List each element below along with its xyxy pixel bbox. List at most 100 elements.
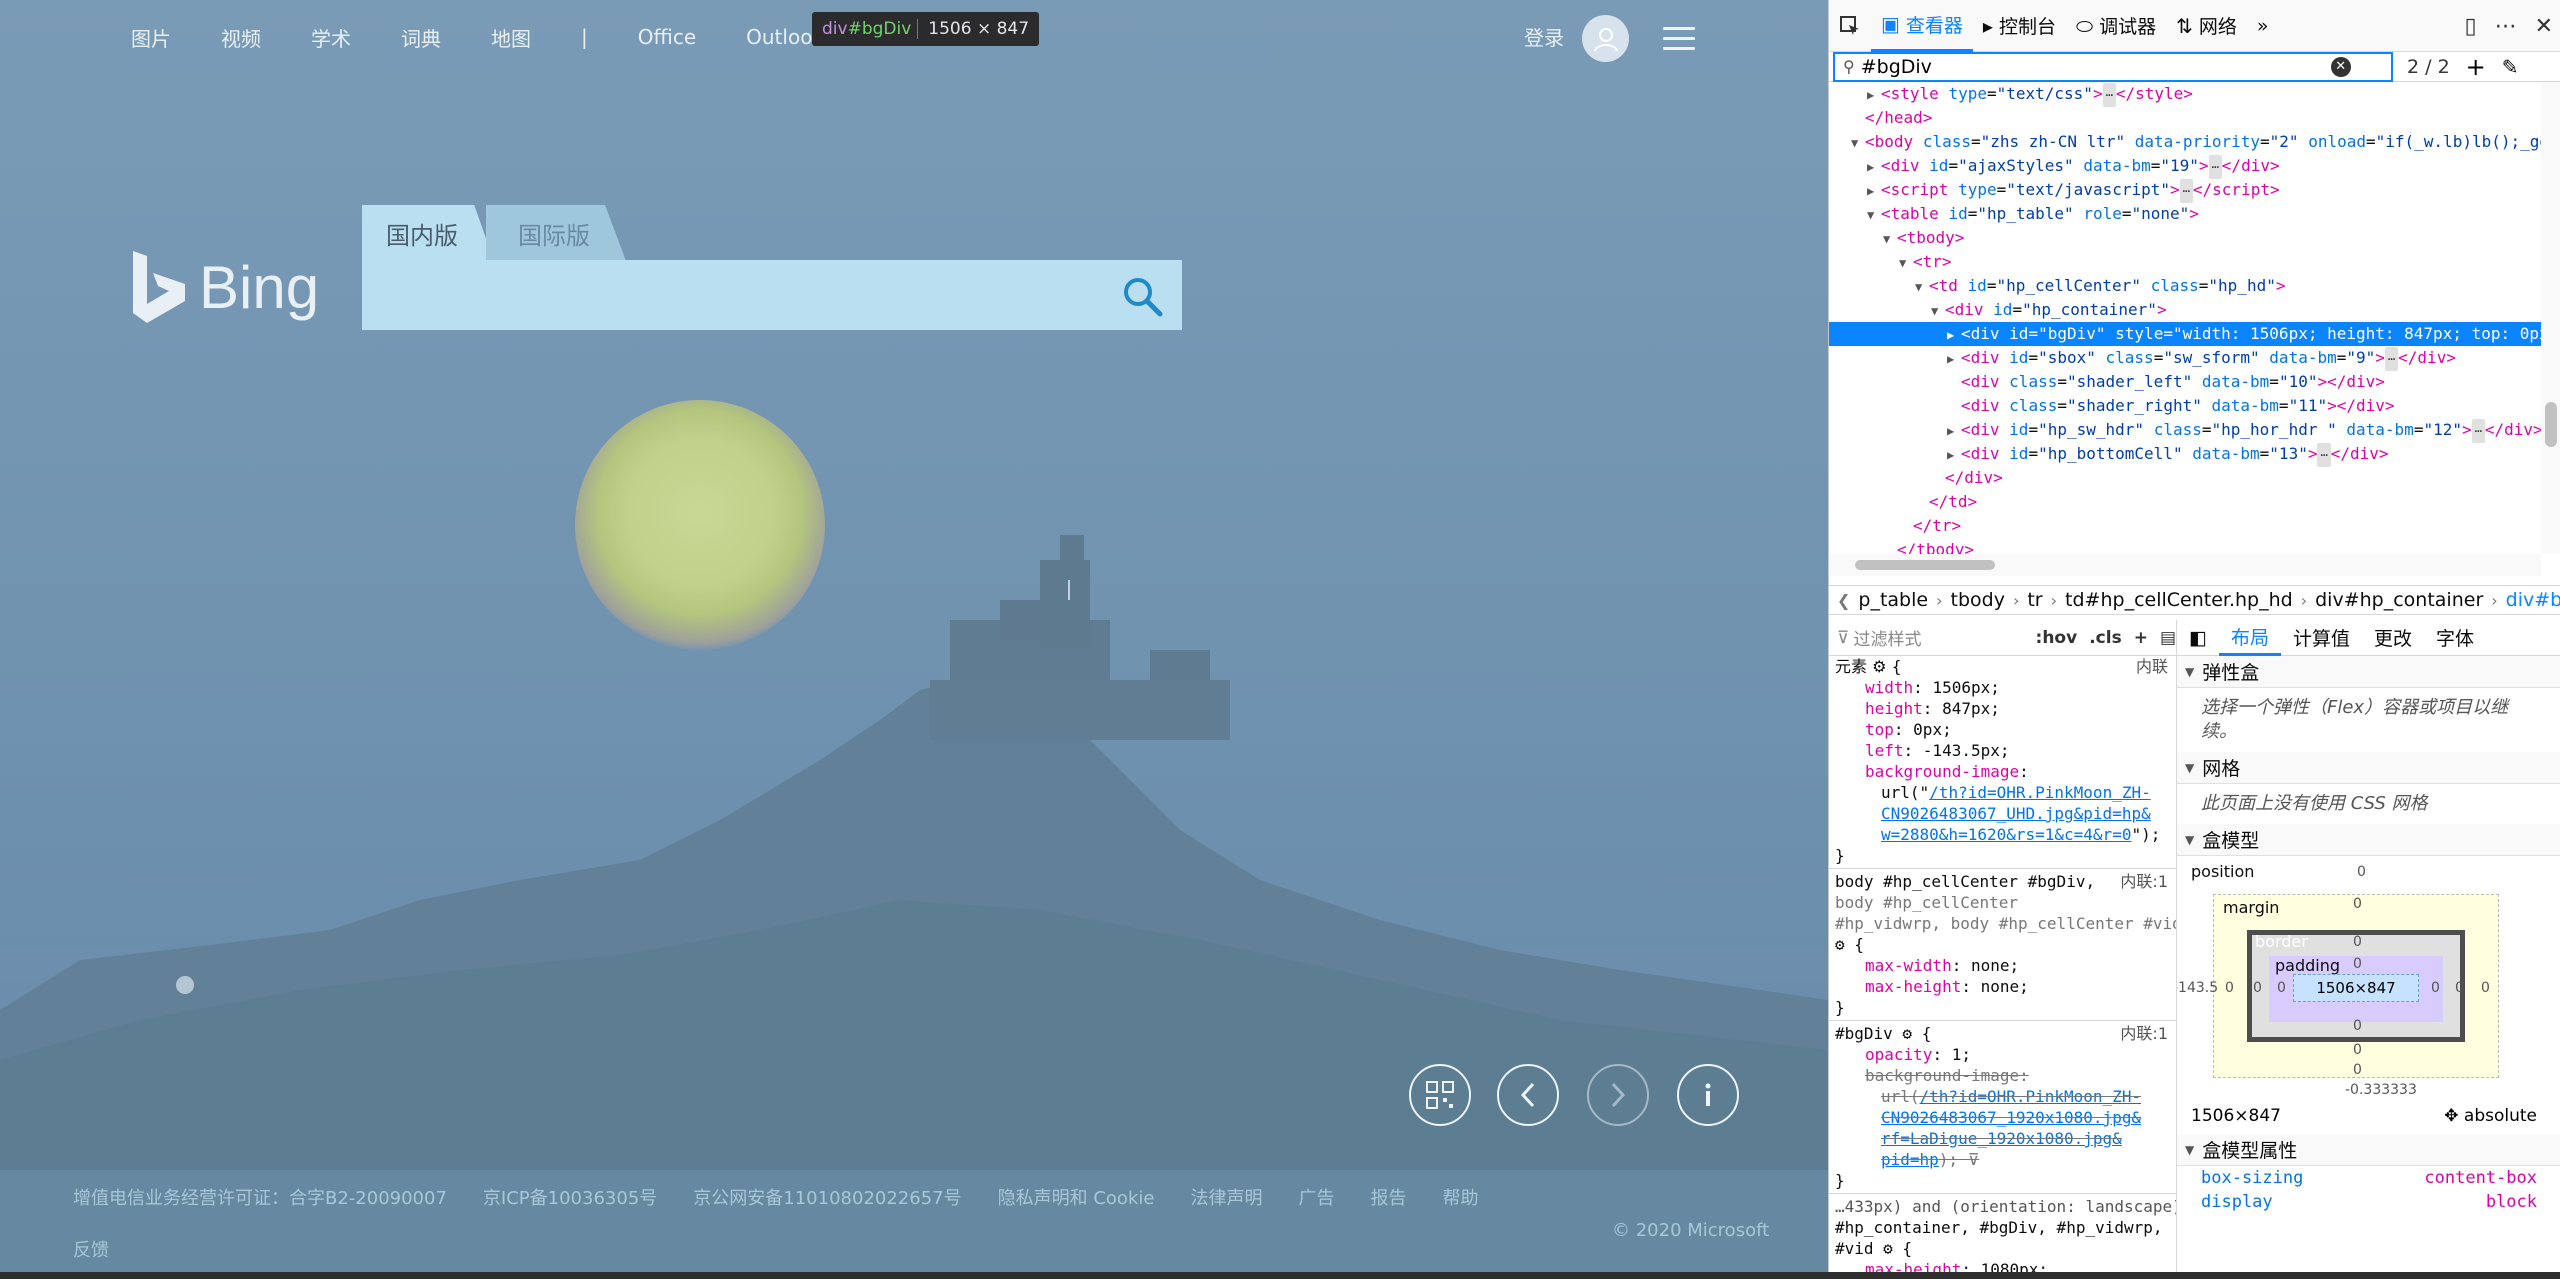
tab-international[interactable]: 国际版: [486, 205, 626, 261]
nav-academic[interactable]: 学术: [311, 23, 351, 52]
rule-decl[interactable]: opacity: 1;: [1829, 1044, 2176, 1065]
previous-button[interactable]: [1497, 1064, 1559, 1126]
rule-decl[interactable]: height: 847px;: [1829, 698, 2176, 719]
breadcrumb-item[interactable]: div#hp_container: [2307, 589, 2491, 611]
rule-decl[interactable]: background-image:: [1829, 761, 2176, 782]
rule-decl[interactable]: max-width: none;: [1829, 955, 2176, 976]
markup-node[interactable]: </tbody>: [1829, 538, 2541, 554]
tab-layout[interactable]: 布局: [2218, 620, 2281, 656]
close-icon[interactable]: ✕: [2535, 14, 2553, 39]
bm-left-value[interactable]: -143.5: [2177, 980, 2218, 996]
info-button[interactable]: [1677, 1064, 1739, 1126]
bm-padding-top[interactable]: 0: [2353, 956, 2362, 972]
boxmodel-section-header[interactable]: ▼ 盒模型: [2177, 824, 2560, 856]
login-link[interactable]: 登录: [1524, 22, 1564, 51]
breadcrumb-scroll-left-icon[interactable]: ❮: [1829, 591, 1850, 610]
tab-network[interactable]: ⇅ 网络: [2166, 0, 2247, 52]
markup-node[interactable]: ▼ <tr>: [1829, 250, 2541, 274]
rule-url[interactable]: url(/th?id=OHR.PinkMoon_ZH-: [1829, 1086, 2176, 1107]
rule-url[interactable]: url("/th?id=OHR.PinkMoon_ZH-: [1829, 782, 2176, 803]
footer-link-privacy[interactable]: 隐私声明和 Cookie: [998, 1184, 1155, 1210]
add-node-icon[interactable]: +: [2466, 53, 2486, 81]
markup-node[interactable]: ▶ <div id="ajaxStyles" data-bm="19"> ⋯ </di…: [1829, 154, 2541, 179]
footer-link-license[interactable]: 增值电信业务经营许可证：合字B2-20090007: [73, 1184, 447, 1210]
markup-node[interactable]: ▼ <td id="hp_cellCenter" class="hp_hd">: [1829, 274, 2541, 298]
nav-videos[interactable]: 视频: [221, 23, 261, 52]
tab-console[interactable]: ▸ 控制台: [1973, 0, 2066, 52]
nav-images[interactable]: 图片: [131, 23, 171, 52]
markup-node-selected[interactable]: ▶ <div id="bgDiv" style="width: 1506px; h…: [1829, 322, 2541, 346]
tab-domestic[interactable]: 国内版: [362, 205, 494, 261]
bm-border-top[interactable]: 0: [2353, 934, 2362, 950]
markup-node[interactable]: </tr>: [1829, 514, 2541, 538]
markup-node[interactable]: ▼ <body class="zhs zh-CN ltr" data-priori…: [1829, 130, 2541, 154]
expand-arrow-icon[interactable]: ▶: [1947, 323, 1961, 347]
breadcrumb-item-current[interactable]: div#bgDiv: [2498, 589, 2560, 611]
breadcrumb-item[interactable]: p_table: [1850, 589, 1936, 611]
markup-horizontal-scrollbar[interactable]: [1829, 554, 2541, 576]
bm-border-bottom[interactable]: 0: [2353, 1042, 2362, 1058]
expand-arrow-icon[interactable]: ▶: [1867, 155, 1881, 179]
feedback-link[interactable]: 反馈: [73, 1236, 109, 1262]
footer-link-ads[interactable]: 广告: [1298, 1184, 1334, 1210]
expand-arrow-icon[interactable]: ▶: [1947, 443, 1961, 467]
flexbox-section-header[interactable]: ▼ 弹性盒: [2177, 656, 2560, 688]
nav-office[interactable]: Office: [638, 25, 696, 49]
sidebar-toggle-icon[interactable]: ◧: [2177, 620, 2219, 656]
footer-link-report[interactable]: 报告: [1370, 1184, 1406, 1210]
tab-inspector[interactable]: ▣ 查看器: [1871, 0, 1973, 52]
search-input[interactable]: [382, 272, 1062, 318]
more-options-icon[interactable]: ⋯: [2495, 14, 2517, 39]
menu-icon[interactable]: [1663, 27, 1695, 51]
more-tabs-button[interactable]: »: [2247, 0, 2279, 52]
nav-maps[interactable]: 地图: [491, 23, 531, 52]
markup-node[interactable]: ▶ <style type="text/css"> ⋯ </style>: [1829, 82, 2541, 107]
bm-border-right[interactable]: 0: [2455, 980, 2464, 996]
rule-url[interactable]: CN9026483067_UHD.jpg&pid=hp&: [1829, 803, 2176, 824]
class-toggle-button[interactable]: .cls: [2089, 628, 2121, 648]
markup-node[interactable]: </head>: [1829, 106, 2541, 130]
nav-dictionary[interactable]: 词典: [401, 23, 441, 52]
search-icon[interactable]: [1120, 274, 1164, 318]
markup-node[interactable]: <div class="shader_right" data-bm="11"><…: [1829, 394, 2541, 418]
rule-decl-overridden[interactable]: background-image:: [1829, 1065, 2176, 1086]
tab-debugger[interactable]: ⬭ 调试器: [2066, 0, 2166, 52]
collapse-arrow-icon[interactable]: ▼: [1899, 251, 1913, 275]
markup-search-input[interactable]: [1860, 55, 2331, 78]
eyedropper-icon[interactable]: ✎: [2502, 55, 2519, 79]
footer-link-legal[interactable]: 法律声明: [1190, 1184, 1262, 1210]
collapse-arrow-icon[interactable]: ▼: [1883, 227, 1897, 251]
add-rule-button[interactable]: +: [2134, 628, 2148, 648]
bm-margin-bottom[interactable]: 0: [2353, 1062, 2362, 1078]
bm-padding-right[interactable]: 0: [2431, 980, 2440, 996]
markup-node[interactable]: ▶ <div id="sbox" class="sw_sform" data-bm…: [1829, 346, 2541, 371]
hover-state-button[interactable]: :hov: [2036, 628, 2078, 648]
rule-url[interactable]: rf=LaDigue_1920x1080.jpg&: [1829, 1128, 2176, 1149]
avatar[interactable]: [1582, 15, 1629, 62]
collapse-arrow-icon[interactable]: ▼: [1851, 131, 1865, 155]
clear-search-icon[interactable]: ✕: [2330, 56, 2351, 77]
markup-node[interactable]: ▼ <div id="hp_container">: [1829, 298, 2541, 322]
expand-arrow-icon[interactable]: ▶: [1867, 83, 1881, 107]
breadcrumb-item[interactable]: tbody: [1943, 589, 2013, 611]
bm-padding-bottom[interactable]: 0: [2353, 1018, 2362, 1034]
breadcrumb-item[interactable]: tr: [2019, 589, 2050, 611]
markup-node[interactable]: </div>: [1829, 466, 2541, 490]
markup-node[interactable]: ▶ <div id="hp_sw_hdr" class="hp_hor_hdr "…: [1829, 418, 2541, 443]
rule-decl[interactable]: width: 1506px;: [1829, 677, 2176, 698]
rule-url[interactable]: pid=hp); ⊽: [1829, 1149, 2176, 1170]
rule-url[interactable]: w=2880&h=1620&rs=1&c=4&r=0");: [1829, 824, 2176, 845]
next-button[interactable]: [1587, 1064, 1649, 1126]
markup-node[interactable]: ▶ <script type="text/javascript"> ⋯ </scrip…: [1829, 178, 2541, 203]
rule-decl[interactable]: max-height: none;: [1829, 976, 2176, 997]
rule-url[interactable]: CN9026483067_1920x1080.jpg&: [1829, 1107, 2176, 1128]
footer-link-icp[interactable]: 京ICP备10036305号: [483, 1184, 657, 1210]
box-props-section-header[interactable]: ▼ 盒模型属性: [2177, 1134, 2560, 1166]
tab-fonts[interactable]: 字体: [2424, 620, 2486, 656]
grid-section-header[interactable]: ▼ 网格: [2177, 752, 2560, 784]
collapse-arrow-icon[interactable]: ▼: [1931, 299, 1945, 323]
rule-decl[interactable]: left: -143.5px;: [1829, 740, 2176, 761]
collapse-arrow-icon[interactable]: ▼: [1915, 275, 1929, 299]
footer-link-police[interactable]: 京公网安备11010802022657号: [693, 1184, 961, 1210]
tab-changes[interactable]: 更改: [2362, 620, 2424, 656]
